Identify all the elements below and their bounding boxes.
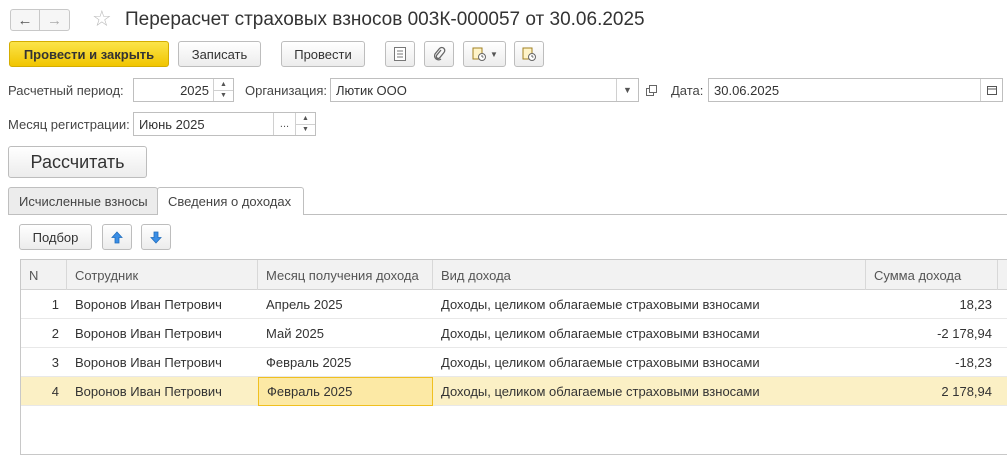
report-button[interactable] [385, 41, 415, 67]
document-list-icon [394, 47, 406, 61]
table-row[interactable]: 2 Воронов Иван Петрович Май 2025 Доходы,… [21, 319, 1007, 348]
favorite-star-icon[interactable]: ☆ [92, 6, 112, 32]
pick-button[interactable]: Подбор [19, 224, 92, 250]
month-cell[interactable]: Май 2025 [258, 319, 433, 348]
spin-up-icon[interactable]: ▲ [214, 79, 233, 91]
tab-calculated-contributions[interactable]: Исчисленные взносы [8, 187, 158, 214]
table-row[interactable]: 3 Воронов Иван Петрович Февраль 2025 Дох… [21, 348, 1007, 377]
sum-cell[interactable]: -2 178,94 [866, 319, 998, 348]
date-value: 30.06.2025 [714, 82, 780, 98]
move-up-button[interactable] [102, 224, 132, 250]
sum-cell[interactable]: -18,23 [866, 348, 998, 377]
arrow-left-icon: ← [17, 11, 33, 29]
organization-field[interactable]: Лютик ООО ▼ [330, 78, 639, 102]
choose-button[interactable]: ... [273, 113, 295, 135]
post-and-close-button[interactable]: Провести и закрыть [9, 41, 169, 67]
period-spinner[interactable]: ▲ ▼ [213, 79, 233, 101]
row-number: 4 [51, 384, 59, 399]
forward-button[interactable]: → [40, 9, 70, 31]
paperclip-icon [433, 46, 446, 61]
column-header-n[interactable]: N [21, 260, 67, 290]
income-kind-cell[interactable]: Доходы, целиком облагаемые страховыми вз… [433, 377, 866, 406]
document-clock-icon [522, 47, 536, 61]
date-field[interactable]: 30.06.2025 [708, 78, 1003, 102]
document-add-icon [472, 47, 487, 61]
tab-income-info[interactable]: Сведения о доходах [157, 187, 304, 215]
date-label: Дата: [671, 83, 704, 98]
spin-down-icon[interactable]: ▼ [214, 91, 233, 102]
save-button[interactable]: Записать [178, 41, 261, 67]
history-button[interactable] [514, 41, 544, 67]
month-cell[interactable]: Апрель 2025 [258, 290, 433, 319]
employee-cell[interactable]: Воронов Иван Петрович [67, 319, 258, 348]
reg-month-field[interactable]: Июнь 2025 ... ▲ ▼ [133, 112, 316, 136]
arrow-right-icon: → [47, 11, 62, 29]
income-kind-cell[interactable]: Доходы, целиком облагаемые страховыми вз… [433, 319, 866, 348]
dropdown-icon[interactable]: ▼ [616, 79, 638, 101]
income-kind-cell[interactable]: Доходы, целиком облагаемые страховыми вз… [433, 348, 866, 377]
back-button[interactable]: ← [10, 9, 40, 31]
table-row-selected[interactable]: 4 Воронов Иван Петрович Февраль 2025 Дох… [21, 377, 1007, 406]
spin-down-icon[interactable]: ▼ [296, 125, 315, 136]
table-header: N Сотрудник Месяц получения дохода Вид д… [21, 260, 1007, 290]
arrow-down-icon [150, 231, 162, 244]
reg-month-spinner[interactable]: ▲ ▼ [295, 113, 315, 135]
move-down-button[interactable] [141, 224, 171, 250]
period-field[interactable]: 2025 ▲ ▼ [133, 78, 234, 102]
month-cell-active[interactable]: Февраль 2025 [258, 377, 433, 406]
column-header-sum[interactable]: Сумма дохода [866, 260, 998, 290]
open-window-icon [645, 84, 657, 96]
reg-month-label: Месяц регистрации: [8, 117, 130, 132]
employee-cell[interactable]: Воронов Иван Петрович [67, 377, 258, 406]
row-number: 1 [51, 297, 59, 312]
calculate-button[interactable]: Рассчитать [8, 146, 147, 178]
calendar-icon[interactable] [980, 79, 1002, 101]
sum-cell[interactable]: 2 178,94 [866, 377, 998, 406]
row-number: 3 [51, 355, 59, 370]
table-row[interactable]: 1 Воронов Иван Петрович Апрель 2025 Дохо… [21, 290, 1007, 319]
chevron-down-icon: ▼ [490, 49, 498, 59]
income-kind-cell[interactable]: Доходы, целиком облагаемые страховыми вз… [433, 290, 866, 319]
spin-up-icon[interactable]: ▲ [296, 113, 315, 125]
column-header-employee[interactable]: Сотрудник [67, 260, 258, 290]
column-header-month[interactable]: Месяц получения дохода [258, 260, 433, 290]
period-label: Расчетный период: [8, 83, 124, 98]
organization-value: Лютик ООО [336, 82, 407, 98]
sum-cell[interactable]: 18,23 [866, 290, 998, 319]
period-value: 2025 [180, 82, 209, 98]
attach-button[interactable] [424, 41, 454, 67]
arrow-up-icon [111, 230, 123, 243]
column-header-income-kind[interactable]: Вид дохода [433, 260, 866, 290]
income-table[interactable]: N Сотрудник Месяц получения дохода Вид д… [20, 259, 1007, 455]
employee-cell[interactable]: Воронов Иван Петрович [67, 290, 258, 319]
window-title: Перерасчет страховых взносов 003К-000057… [125, 9, 645, 30]
create-based-on-button[interactable]: ▼ [463, 41, 506, 67]
organization-label: Организация: [245, 83, 328, 98]
post-button[interactable]: Провести [281, 41, 365, 67]
month-cell[interactable]: Февраль 2025 [258, 348, 433, 377]
reg-month-value: Июнь 2025 [139, 116, 205, 132]
open-organization-button[interactable] [641, 80, 661, 100]
employee-cell[interactable]: Воронов Иван Петрович [67, 348, 258, 377]
row-number: 2 [51, 326, 59, 341]
